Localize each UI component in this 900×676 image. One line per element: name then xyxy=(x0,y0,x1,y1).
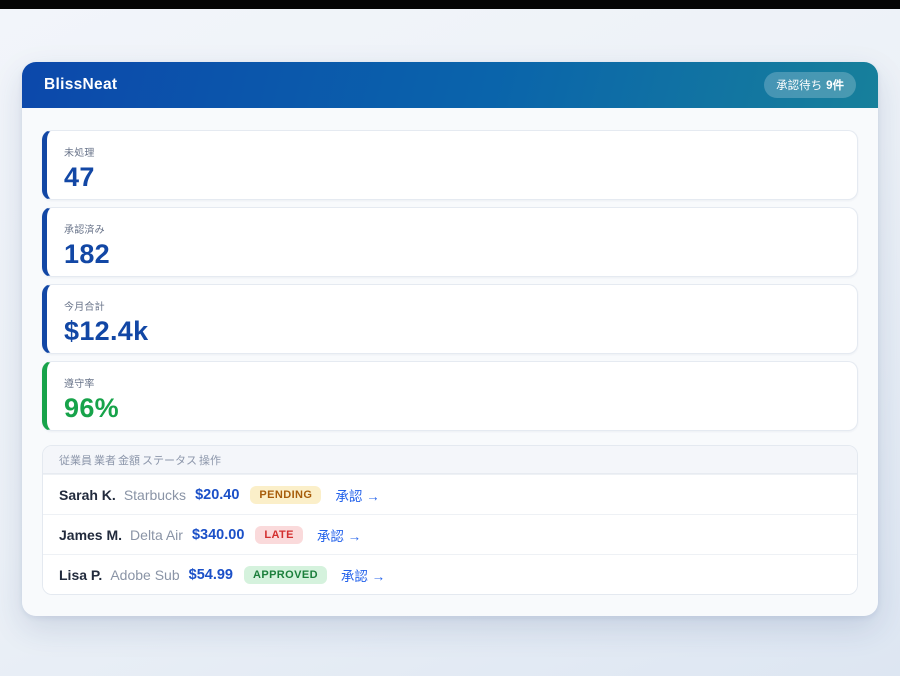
approve-link[interactable]: 承認 → xyxy=(335,485,379,505)
stat-label: 今月合計 xyxy=(64,298,841,313)
approve-link[interactable]: 承認 → xyxy=(317,525,361,545)
vendor-name: Delta Air xyxy=(130,527,183,543)
status-badge: APPROVED xyxy=(244,566,327,584)
employee-name: James M. xyxy=(59,527,122,543)
stat-card-approved: 承認済み 182 xyxy=(42,207,858,277)
amount-value: $54.99 xyxy=(189,567,233,583)
stat-label: 未処理 xyxy=(64,144,841,159)
top-bar xyxy=(0,0,900,9)
vendor-name: Starbucks xyxy=(124,487,186,503)
table-row: Lisa P. Adobe Sub $54.99 APPROVED 承認 → xyxy=(43,554,857,594)
expenses-table: 従業員 業者 金額 ステータス 操作 Sarah K. Starbucks $2… xyxy=(42,445,858,595)
stat-label: 遵守率 xyxy=(64,375,841,390)
column-header-action: 操作 xyxy=(199,452,221,468)
pending-badge-label: 承認待ち xyxy=(776,77,822,93)
stat-value: 96% xyxy=(64,394,841,424)
app-body: 未処理 47 承認済み 182 今月合計 $12.4k 遵守率 96% 従業員 … xyxy=(22,108,878,616)
amount-value: $20.40 xyxy=(195,487,239,503)
table-row: James M. Delta Air $340.00 LATE 承認 → xyxy=(43,514,857,554)
app-header: BlissNeat 承認待ち 9件 xyxy=(22,62,878,108)
employee-name: Lisa P. xyxy=(59,567,102,583)
stat-card-unprocessed: 未処理 47 xyxy=(42,130,858,200)
stat-label: 承認済み xyxy=(64,221,841,236)
app-card: BlissNeat 承認待ち 9件 未処理 47 承認済み 182 今月合計 $… xyxy=(22,62,878,616)
pending-badge-count: 9件 xyxy=(826,77,844,93)
status-badge: PENDING xyxy=(250,486,321,504)
vendor-name: Adobe Sub xyxy=(110,567,179,583)
table-header-row: 従業員 業者 金額 ステータス 操作 xyxy=(43,446,857,474)
column-header-employee: 従業員 xyxy=(59,452,92,468)
employee-name: Sarah K. xyxy=(59,487,116,503)
stat-card-compliance-rate: 遵守率 96% xyxy=(42,361,858,431)
stat-value: 47 xyxy=(64,163,841,193)
amount-value: $340.00 xyxy=(192,527,244,543)
column-header-status: ステータス xyxy=(142,452,197,468)
stat-card-month-total: 今月合計 $12.4k xyxy=(42,284,858,354)
column-header-vendor: 業者 xyxy=(94,452,116,468)
status-badge: LATE xyxy=(255,526,303,544)
stat-value: $12.4k xyxy=(64,317,841,347)
approve-link[interactable]: 承認 → xyxy=(341,565,385,585)
pending-count-badge[interactable]: 承認待ち 9件 xyxy=(764,72,856,98)
table-row: Sarah K. Starbucks $20.40 PENDING 承認 → xyxy=(43,474,857,514)
column-header-amount: 金額 xyxy=(118,452,140,468)
app-title: BlissNeat xyxy=(44,76,117,94)
stat-value: 182 xyxy=(64,240,841,270)
